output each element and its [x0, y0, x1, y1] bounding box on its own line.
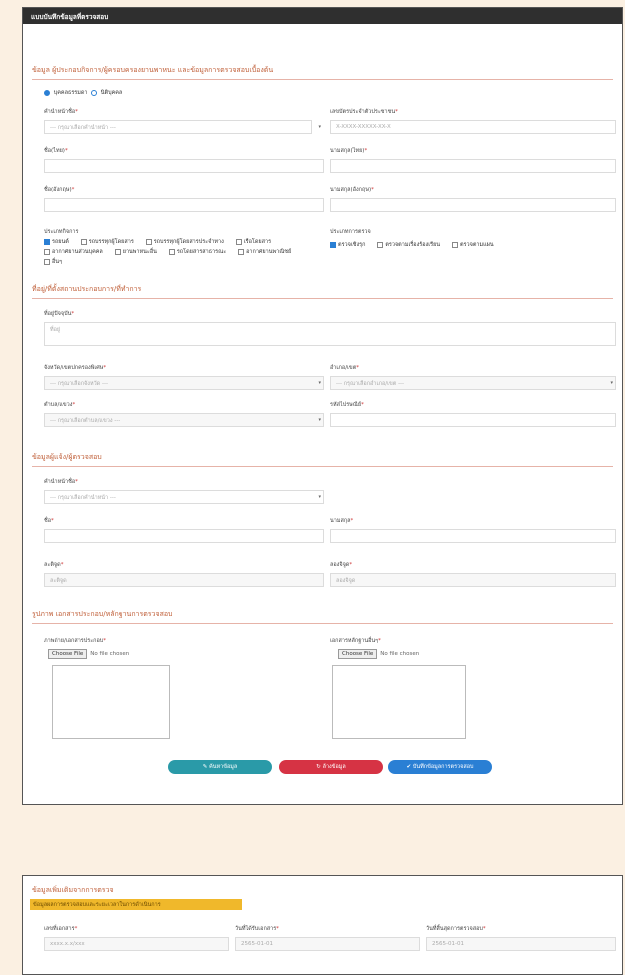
save-button[interactable]: ✔ บันทึกข้อมูลการตรวจสอบ	[388, 760, 492, 774]
checkbox-icon	[168, 248, 175, 255]
lat-input[interactable]: ละติจูด	[44, 573, 324, 587]
informant-prefix-select[interactable]: --- กรุณาเลือกคำนำหน้า --- ▾	[44, 490, 324, 504]
inspect-type-label: ประเภทการตรวจ	[330, 229, 371, 235]
checkbox-inspect-1[interactable]: ตรวจตามเรื่องร้องเรียน	[377, 240, 440, 250]
checkbox-inspect-2[interactable]: ตรวจตามแผน	[451, 240, 494, 250]
file1-label: ภาพถ่าย/เอกสารประกอบ*	[44, 638, 107, 644]
informant-name-input[interactable]	[44, 529, 324, 543]
radio-company[interactable]: นิติบุคคล	[91, 89, 122, 97]
inspection-form-card: แบบบันทึกข้อมูลที่ตรวจสอบ ข้อมูล ผู้ประก…	[22, 7, 623, 805]
lastname-label: ชื่อ(อังกฤษ)*	[44, 187, 75, 193]
file1-input[interactable]: Choose File No file chosen	[48, 649, 129, 659]
section-title-owner: ข้อมูล ผู้ประกอบกิจการ/ผู้ครอบครองยานพาห…	[32, 65, 613, 80]
chevron-down-icon: ▾	[318, 494, 321, 500]
checkbox-vehicle-6[interactable]: รถโดยสารสาธารณะ	[168, 247, 226, 257]
card2-title: ข้อมูลเพิ่มเติมจากการตรวจ	[32, 886, 114, 894]
end-date-label: วันที่สิ้นสุดการตรวจสอบ*	[426, 926, 486, 932]
informant-surname-input[interactable]	[330, 529, 616, 543]
checkbox-icon	[44, 248, 50, 255]
province-label: จังหวัด/เขตปกครองพิเศษ*	[44, 365, 107, 371]
checkbox-icon	[377, 241, 384, 248]
prefix-label: คำนำหน้าชื่อ*	[44, 109, 78, 115]
lat-label: ละติจูด*	[44, 562, 64, 568]
checkbox-icon	[238, 248, 245, 255]
informant-surname-label: นามสกุล*	[330, 518, 354, 524]
vehicle-type-group: รถยนต์ รถบรรทุกผู้โดยสาร รถบรรทุกผู้โดยส…	[44, 237, 314, 267]
checkbox-vehicle-5[interactable]: ยานพาหนะอื่น	[114, 247, 157, 257]
lastname-en-label: นามสกุล(อังกฤษ)*	[330, 187, 374, 193]
vehicle-type-label: ประเภทกิจการ	[44, 229, 79, 235]
lastname-input[interactable]	[44, 198, 324, 212]
lastname-en-input[interactable]	[330, 198, 616, 212]
district-select[interactable]: --- กรุณาเลือกอำเภอ/เขต --- ▾	[330, 376, 616, 390]
doc-no-label: เลขที่เอกสาร*	[44, 926, 78, 932]
checkbox-vehicle-0[interactable]: รถยนต์	[44, 237, 69, 247]
chevron-down-icon: ▾	[610, 380, 613, 386]
checkbox-checked-icon	[330, 241, 336, 248]
address-label: ที่อยู่ปัจจุบัน*	[44, 311, 75, 317]
reset-button[interactable]: ↻ ล้างข้อมูล	[279, 760, 383, 774]
doc-no-input[interactable]: xxxx.x.x/xxx	[44, 937, 229, 951]
radio-person[interactable]: บุคคลธรรมดา	[44, 89, 88, 97]
district-label: อำเภอ/เขต*	[330, 365, 360, 371]
idcard-label: เลขบัตรประจำตัวประชาชน*	[330, 109, 398, 115]
highlight-banner: ข้อมูลผลการตรวจสอบและระยะเวลาในการดำเนิน…	[30, 899, 242, 910]
postcode-label: รหัสไปรษณีย์*	[330, 402, 364, 408]
section-title-attachments: รูปภาพ เอกสารประกอบ/หลักฐานการตรวจสอบ	[32, 609, 613, 624]
postcode-input[interactable]	[330, 413, 616, 427]
address-textarea[interactable]: ที่อยู่	[44, 322, 616, 346]
choose-file-button[interactable]: Choose File	[48, 649, 88, 659]
chevron-down-icon: ▾	[318, 124, 321, 130]
end-date-input[interactable]: 2565-01-01	[426, 937, 616, 951]
checkbox-icon	[114, 248, 121, 255]
file1-preview	[52, 665, 170, 739]
idcard-input[interactable]: X-XXXX-XXXXX-XX-X	[330, 120, 616, 134]
checkbox-icon	[235, 238, 242, 245]
received-date-label: วันที่ได้รับเอกสาร*	[235, 926, 279, 932]
subdistrict-label: ตำบล/แขวง*	[44, 402, 76, 408]
prefix-select[interactable]: --- กรุณาเลือกคำนำหน้า --- ▾	[44, 120, 321, 134]
informant-name-label: ชื่อ*	[44, 518, 54, 524]
checkbox-vehicle-3[interactable]: เรือโดยสาร	[235, 237, 271, 247]
inspect-type-group: ตรวจเชิงรุก ตรวจตามเรื่องร้องเรียน ตรวจต…	[330, 240, 616, 250]
checkbox-vehicle-1[interactable]: รถบรรทุกผู้โดยสาร	[80, 237, 134, 247]
card-header: แบบบันทึกข้อมูลที่ตรวจสอบ	[23, 8, 622, 24]
file2-preview	[332, 665, 466, 739]
subdistrict-select[interactable]: --- กรุณาเลือกตำบล/แขวง --- ▾	[44, 413, 324, 427]
received-date-input[interactable]: 2565-01-01	[235, 937, 420, 951]
checkbox-checked-icon	[44, 238, 50, 245]
radio-unselected-icon	[91, 89, 97, 96]
section-title-address: ที่อยู่/ที่ตั้งสถานประกอบการ/ที่ทำการ	[32, 284, 613, 299]
additional-info-card: ข้อมูลเพิ่มเติมจากการตรวจ ข้อมูลผลการตรว…	[22, 875, 623, 975]
chevron-down-icon: ▾	[318, 417, 321, 423]
checkbox-vehicle-7[interactable]: อากาศยานพาณิชย์	[238, 247, 291, 257]
section-title-informant: ข้อมูลผู้แจ้ง/ผู้ตรวจสอบ	[32, 452, 613, 467]
lng-input[interactable]: ลองจิจูด	[330, 573, 616, 587]
firstname-input[interactable]	[44, 159, 324, 173]
lng-label: ลองจิจูด*	[330, 562, 353, 568]
checkbox-inspect-0[interactable]: ตรวจเชิงรุก	[330, 240, 365, 250]
checkbox-vehicle-4[interactable]: อากาศยานส่วนบุคคล	[44, 247, 103, 257]
firstname-label: ชื่อ(ไทย)*	[44, 148, 68, 154]
checkbox-icon	[451, 241, 458, 248]
firstname-en-label: นามสกุล(ไทย)*	[330, 148, 368, 154]
checkbox-vehicle-2[interactable]: รถบรรทุกผู้โดยสารประจำทาง	[145, 237, 224, 247]
file2-label: เอกสารหลักฐานอื่นๆ*	[330, 638, 381, 644]
chevron-down-icon: ▾	[318, 380, 321, 386]
search-button[interactable]: ✎ ค้นหาข้อมูล	[168, 760, 272, 774]
checkbox-vehicle-8[interactable]: อื่นๆ	[44, 257, 62, 267]
informant-prefix-label: คำนำหน้าชื่อ*	[44, 479, 78, 485]
checkbox-icon	[80, 238, 87, 245]
firstname-en-input[interactable]	[330, 159, 616, 173]
file2-input[interactable]: Choose File No file chosen	[338, 649, 419, 659]
province-select[interactable]: --- กรุณาเลือกจังหวัด --- ▾	[44, 376, 324, 390]
checkbox-icon	[145, 238, 152, 245]
checkbox-icon	[44, 258, 50, 265]
choose-file-button[interactable]: Choose File	[338, 649, 378, 659]
radio-selected-icon	[44, 89, 50, 96]
